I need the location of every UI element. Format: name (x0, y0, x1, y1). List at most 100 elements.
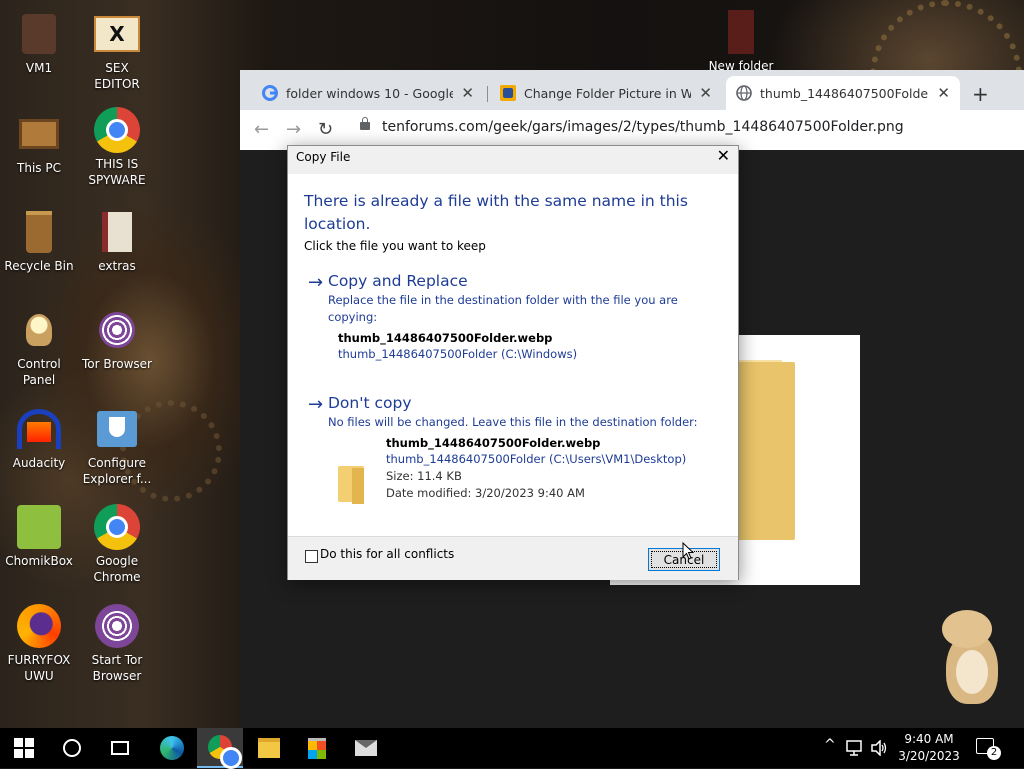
store-icon (308, 737, 326, 759)
chomikbox-icon (15, 503, 63, 551)
taskbar-mail[interactable] (342, 728, 390, 768)
desktop-icon-audacity[interactable]: Audacity (0, 405, 78, 471)
tray-chevron-icon[interactable]: ^ (824, 737, 836, 753)
desktop-icon-label: Audacity (12, 456, 66, 470)
extras-icon (93, 208, 141, 256)
desktop-icon-label: FURRYFOX UWU (7, 653, 71, 683)
network-icon[interactable] (846, 740, 864, 756)
new-tab-button[interactable]: + (972, 82, 989, 106)
desktop-icon-new-folder[interactable]: New folder (702, 8, 780, 74)
desktop-icon-start-tor-browser[interactable]: Start Tor Browser (78, 602, 156, 684)
arrow-right-icon: → (308, 272, 324, 293)
desktop-icon-label: Configure Explorer f... (82, 456, 152, 486)
desktop-icon-label: SEX EDITOR (94, 61, 140, 91)
close-icon[interactable]: ✕ (717, 146, 730, 165)
desktop-icon-control-panel[interactable]: Control Panel (0, 306, 78, 388)
desktop-icon-label: extras (98, 259, 136, 273)
taskbar: ^ 9:40 AM 3/20/2023 2 (0, 728, 1024, 769)
desktop-icon-label: THIS IS SPYWARE (88, 157, 146, 187)
chrome-icon (93, 106, 141, 154)
this-pc-icon (15, 110, 63, 158)
conflicts-checkbox[interactable] (305, 550, 318, 563)
desktop-icon-spyware-chrome[interactable]: THIS IS SPYWARE (78, 106, 156, 188)
dialog-subheading: Click the file you want to keep (304, 239, 486, 253)
task-view-icon (111, 741, 129, 755)
notification-count-badge: 2 (987, 746, 1001, 760)
desktop-icon-hxd[interactable]: X SEX EDITOR (78, 10, 156, 92)
file-path: thumb_14486407500Folder (C:\Windows) (338, 347, 578, 361)
recycle-bin-icon (15, 208, 63, 256)
option-description: Replace the file in the destination fold… (328, 293, 678, 324)
firefox-icon (15, 602, 63, 650)
desktop-icon-configure-explorer[interactable]: Configure Explorer f... (78, 405, 156, 487)
start-button[interactable] (0, 728, 48, 768)
taskbar-chrome[interactable] (197, 728, 243, 769)
desktop-icon-label: Start Tor Browser (91, 653, 143, 683)
close-icon[interactable]: ✕ (937, 84, 950, 102)
file-path: thumb_14486407500Folder (C:\Users\VM1\De… (386, 452, 687, 466)
close-icon[interactable]: ✕ (461, 84, 474, 102)
system-clock[interactable]: 9:40 AM 3/20/2023 (894, 731, 964, 765)
reload-button[interactable]: ↻ (318, 119, 333, 140)
file-name: thumb_14486407500Folder.webp (338, 331, 553, 345)
desktop-icon-google-chrome[interactable]: Google Chrome (78, 503, 156, 585)
folder-icon (717, 8, 765, 56)
copy-file-dialog: Copy File ✕ There is already a file with… (287, 145, 739, 580)
desktop-icon-chomikbox[interactable]: ChomikBox (0, 503, 78, 569)
tor-browser-icon (93, 602, 141, 650)
volume-icon[interactable] (870, 740, 888, 756)
arrow-right-icon: → (308, 394, 324, 415)
desktop-icon-label: Control Panel (17, 357, 61, 387)
tor-browser-icon (93, 306, 141, 354)
option-description: No files will be changed. Leave this fil… (328, 415, 698, 429)
hamster-desktop-pet[interactable] (938, 610, 1004, 706)
folder-image-flap (737, 362, 795, 540)
dialog-footer: Do this for all conflicts Cancel (288, 536, 738, 580)
taskbar-store[interactable] (293, 728, 341, 768)
windows-start-icon (14, 738, 34, 758)
mouse-cursor-icon (682, 542, 694, 560)
forward-button[interactable]: → (286, 119, 301, 140)
tab-title: thumb_14486407500Folder.png (760, 85, 929, 101)
chrome-icon (93, 503, 141, 551)
tab-title: Change Folder Picture in Windows 10 (524, 85, 692, 101)
option-title: Don't copy (328, 394, 412, 412)
close-icon[interactable]: ✕ (699, 84, 712, 102)
desktop-icon-extras[interactable]: extras (78, 208, 156, 274)
dialog-title: Copy File (296, 150, 351, 164)
browser-toolbar: ← → ↻ tenforums.com/geek/gars/images/2/t… (240, 110, 1024, 150)
taskbar-edge[interactable] (148, 728, 196, 768)
tenforums-icon (500, 85, 516, 101)
vm-icon (15, 10, 63, 58)
control-panel-icon (15, 306, 63, 354)
desktop-icon-vm1[interactable]: VM1 (0, 10, 78, 76)
dialog-body: There is already a file with the same na… (288, 174, 738, 536)
file-name: thumb_14486407500Folder.webp (386, 436, 601, 450)
tab-title: folder windows 10 - Google Search (286, 85, 454, 101)
configure-explorer-icon (93, 405, 141, 453)
conflicts-checkbox-label[interactable]: Do this for all conflicts (320, 547, 454, 561)
taskbar-file-explorer[interactable] (245, 728, 293, 768)
desktop-icon-label: VM1 (25, 61, 53, 75)
desktop-icon-furryfox[interactable]: FURRYFOX UWU (0, 602, 78, 684)
folder-icon (338, 466, 364, 504)
back-button[interactable]: ← (254, 119, 269, 140)
desktop-icon-label: Tor Browser (81, 357, 152, 371)
clock-date: 3/20/2023 (898, 749, 960, 763)
tab-image[interactable]: thumb_14486407500Folder.png ✕ (726, 76, 960, 110)
file-size: Size: 11.4 KB (386, 469, 462, 483)
file-date-modified: Date modified: 3/20/2023 9:40 AM (386, 486, 585, 500)
lock-icon (360, 117, 370, 130)
dialog-heading: There is already a file with the same na… (304, 192, 688, 233)
search-icon (63, 739, 81, 757)
tab-tenforums[interactable]: Change Folder Picture in Windows 10 ✕ (490, 76, 722, 110)
task-view-button[interactable] (96, 728, 144, 768)
desktop-icon-this-pc[interactable]: This PC (0, 110, 78, 176)
search-button[interactable] (48, 728, 96, 768)
tab-google-search[interactable]: folder windows 10 - Google Search ✕ (252, 76, 484, 110)
desktop-icon-recycle-bin[interactable]: Recycle Bin (0, 208, 78, 274)
hxd-editor-icon: X (93, 10, 141, 58)
audacity-icon (15, 405, 63, 453)
desktop-icon-tor-browser[interactable]: Tor Browser (78, 306, 156, 372)
address-bar[interactable]: tenforums.com/geek/gars/images/2/types/t… (382, 119, 904, 135)
